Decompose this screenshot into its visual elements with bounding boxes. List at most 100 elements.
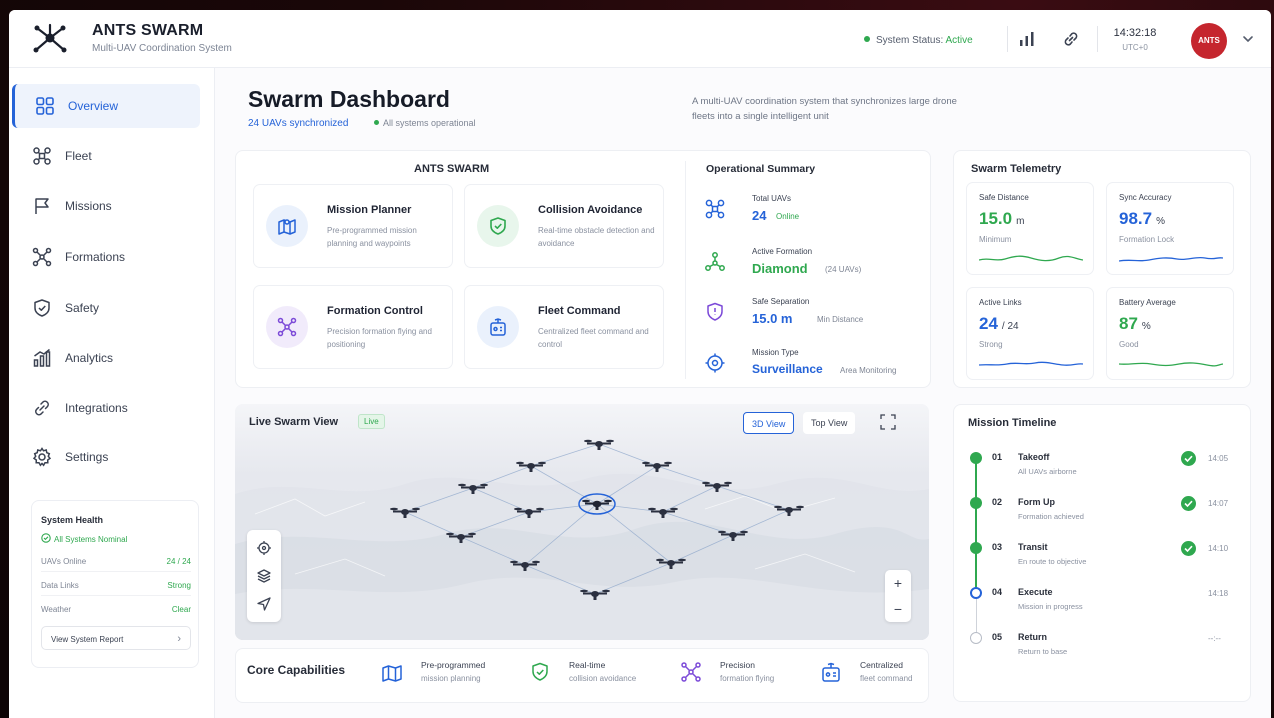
view-top-button[interactable]: Top View xyxy=(803,412,856,434)
telemetry-safe-distance: Safe Distance 15.0 m Minimum xyxy=(966,182,1094,275)
telemetry-battery-average: Battery Average 87% Good xyxy=(1106,287,1234,380)
icon-badge xyxy=(477,205,519,247)
sparkline xyxy=(1119,256,1223,262)
health-row: UAVs Online 24 / 24 xyxy=(41,557,191,566)
view-system-report-button[interactable]: View System Report › xyxy=(41,626,191,650)
sidebar: Overview Fleet Missions Formations Safet… xyxy=(9,68,215,718)
crosshair-icon[interactable] xyxy=(256,540,272,556)
sidebar-item-safety[interactable]: Safety xyxy=(12,286,200,330)
view-3d-button[interactable]: 3D View xyxy=(743,412,795,434)
step-marker-pending xyxy=(970,632,982,644)
chevron-down-icon[interactable] xyxy=(1241,32,1255,46)
status-dot-icon xyxy=(864,36,870,42)
link-icon[interactable] xyxy=(1061,29,1081,49)
health-row: Weather Clear xyxy=(41,605,191,614)
shield-icon xyxy=(707,302,723,321)
uav-marker[interactable] xyxy=(458,478,488,498)
telemetry-active-links: Active Links 24/ 24 Strong xyxy=(966,287,1094,380)
terrain-map xyxy=(235,404,929,640)
synced-count: 24 UAVs synchronized xyxy=(248,118,349,129)
live-badge: Live xyxy=(358,414,385,429)
uav-marker[interactable] xyxy=(514,502,544,522)
uav-marker[interactable] xyxy=(390,502,420,522)
feature-mission-planner[interactable]: Mission Planner Pre-programmed mission p… xyxy=(253,184,453,268)
feature-formation-control[interactable]: Formation Control Precision formation fl… xyxy=(253,285,453,369)
health-row: Data Links Strong xyxy=(41,581,191,590)
check-circle-icon xyxy=(1181,496,1196,511)
check-circle-icon xyxy=(1181,541,1196,556)
fullscreen-icon[interactable] xyxy=(879,413,897,431)
shield-check-icon xyxy=(490,217,506,235)
uav-marker[interactable] xyxy=(516,456,546,476)
navigation-arrow-icon[interactable] xyxy=(256,596,272,612)
step-marker xyxy=(970,452,982,464)
uav-leader-marker[interactable] xyxy=(582,494,612,514)
signal-bars-icon[interactable] xyxy=(1017,29,1037,49)
drone-icon xyxy=(33,147,51,165)
divider xyxy=(685,161,686,379)
sparkline xyxy=(979,361,1083,366)
divider xyxy=(1007,26,1008,52)
clock-time: 14:32:18 xyxy=(1113,27,1157,39)
sidebar-item-integrations[interactable]: Integrations xyxy=(12,386,200,430)
uav-marker[interactable] xyxy=(580,584,610,604)
avatar[interactable]: ANTS xyxy=(1191,23,1227,59)
sidebar-item-overview[interactable]: Overview xyxy=(12,84,200,128)
feature-fleet-command[interactable]: Fleet Command Centralized fleet command … xyxy=(464,285,664,369)
chart-icon xyxy=(33,348,51,367)
operational-status: All systems operational xyxy=(374,118,476,128)
divider xyxy=(1097,26,1098,52)
divider xyxy=(41,595,191,596)
icon-badge xyxy=(266,306,308,348)
check-circle-icon xyxy=(41,533,51,543)
app-window: ANTS SWARM Multi-UAV Coordination System… xyxy=(9,10,1271,718)
status-value: Active xyxy=(945,35,973,46)
system-health-card: System Health All Systems Nominal UAVs O… xyxy=(31,500,199,668)
sparkline xyxy=(979,255,1083,262)
uav-marker[interactable] xyxy=(642,456,672,476)
top-bar: ANTS SWARM Multi-UAV Coordination System… xyxy=(9,10,1271,68)
zoom-out-button[interactable]: − xyxy=(885,596,911,622)
sidebar-item-formations[interactable]: Formations xyxy=(12,235,200,279)
brand-tagline: Multi-UAV Coordination System xyxy=(92,43,232,54)
core-item: Precision formation flying xyxy=(680,657,810,689)
uav-marker[interactable] xyxy=(648,502,678,522)
step-marker-current xyxy=(970,587,982,599)
telemetry-title: Swarm Telemetry xyxy=(971,163,1062,175)
summary-mission-type: Mission Type Surveillance Area Monitorin… xyxy=(704,344,934,394)
summary-title: Operational Summary xyxy=(706,163,816,175)
chevron-right-icon: › xyxy=(177,633,181,645)
zoom-in-button[interactable]: + xyxy=(885,570,911,596)
sidebar-item-missions[interactable]: Missions xyxy=(12,184,200,228)
shield-icon xyxy=(34,299,50,317)
uav-marker[interactable] xyxy=(584,434,614,454)
uav-marker[interactable] xyxy=(656,553,686,573)
brand-name: ANTS SWARM xyxy=(92,22,204,39)
uav-marker[interactable] xyxy=(718,525,748,545)
summary-active-formation: Active Formation Diamond (24 UAVs) xyxy=(704,243,934,293)
live-swarm-map[interactable]: Live Swarm View Live 3D View Top View + … xyxy=(235,404,929,640)
features-title: ANTS SWARM xyxy=(414,163,490,175)
clock-timezone: UTC+0 xyxy=(1122,43,1148,52)
feature-collision-avoidance[interactable]: Collision Avoidance Real-time obstacle d… xyxy=(464,184,664,268)
uav-marker[interactable] xyxy=(510,555,540,575)
drone-icon xyxy=(705,199,725,219)
timeline-step-form-up: 02 Form Up Formation achieved 14:07 xyxy=(970,495,1240,539)
target-icon xyxy=(705,353,725,373)
uav-marker[interactable] xyxy=(774,500,804,520)
gear-icon xyxy=(32,447,52,467)
uav-marker[interactable] xyxy=(702,476,732,496)
controller-icon xyxy=(490,318,506,336)
telemetry-sync-accuracy: Sync Accuracy 98.7% Formation Lock xyxy=(1106,182,1234,275)
step-marker xyxy=(970,542,982,554)
timeline-title: Mission Timeline xyxy=(968,417,1057,429)
grid-icon xyxy=(36,97,54,115)
sidebar-item-analytics[interactable]: Analytics xyxy=(12,336,200,380)
system-status: System Status: Active xyxy=(864,35,973,46)
core-item: Centralized fleet command xyxy=(820,657,950,689)
sidebar-item-fleet[interactable]: Fleet xyxy=(12,134,200,178)
sidebar-item-settings[interactable]: Settings xyxy=(12,435,200,479)
layers-icon[interactable] xyxy=(256,568,272,584)
system-health-title: System Health xyxy=(41,515,104,525)
uav-marker[interactable] xyxy=(446,527,476,547)
